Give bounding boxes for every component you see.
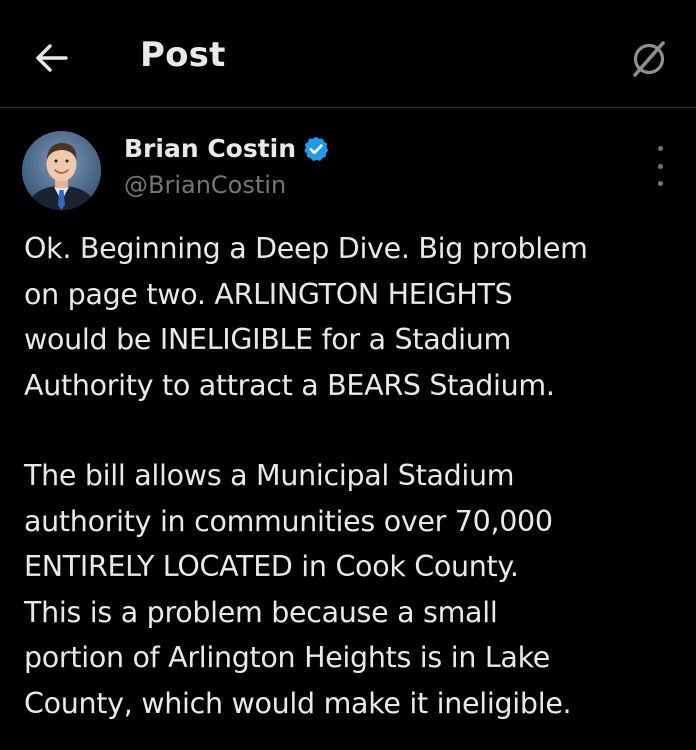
grok-button[interactable] bbox=[626, 36, 672, 82]
author-name-text: Brian Costin bbox=[124, 134, 297, 163]
author-name[interactable]: Brian Costin bbox=[124, 134, 330, 163]
more-options-button[interactable] bbox=[650, 146, 670, 186]
page-title: Post bbox=[140, 35, 226, 75]
author-handle[interactable]: @BrianCostin bbox=[124, 171, 286, 199]
more-dot-icon bbox=[657, 163, 663, 169]
arrow-left-icon bbox=[36, 44, 68, 72]
grok-icon bbox=[633, 41, 665, 77]
more-dot-icon bbox=[657, 181, 663, 186]
back-button[interactable] bbox=[30, 36, 74, 80]
post-paragraph: Ok. Beginning a Deep Dive. Big problem o… bbox=[24, 232, 588, 402]
profile-photo bbox=[22, 131, 101, 210]
post-paragraph: The bill allows a Municipal Stadium auth… bbox=[24, 459, 572, 720]
more-dot-icon bbox=[657, 146, 663, 151]
avatar[interactable] bbox=[22, 131, 101, 210]
top-bar: Post bbox=[0, 0, 696, 108]
verified-badge-icon bbox=[302, 135, 330, 163]
post-text: Ok. Beginning a Deep Dive. Big problem o… bbox=[24, 226, 684, 726]
